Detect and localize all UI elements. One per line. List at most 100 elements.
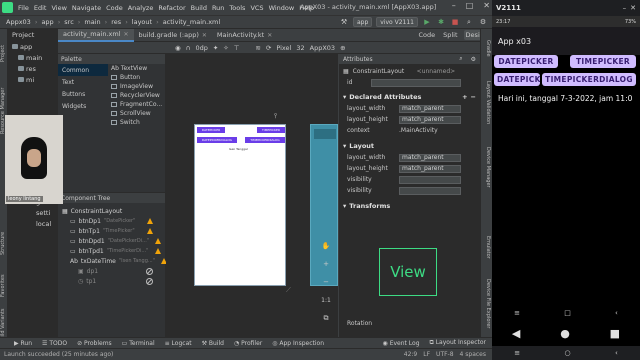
- margin-selector[interactable]: 0dp: [195, 44, 207, 52]
- file-encoding[interactable]: UTF-8: [436, 351, 454, 358]
- breadcrumb-res[interactable]: res: [111, 18, 121, 26]
- tool-tab-layout-validation[interactable]: Layout Validation: [483, 73, 491, 133]
- chevron-left-icon[interactable]: ‹: [615, 349, 618, 357]
- menu-navigate[interactable]: Navigate: [72, 4, 101, 12]
- tree-item-setti[interactable]: setti: [8, 207, 58, 218]
- tree-node-txdatetime[interactable]: Ab txDateTime "Isen Tangg...": [58, 256, 167, 266]
- menu-view[interactable]: View: [51, 4, 66, 12]
- id-input[interactable]: [371, 78, 461, 87]
- transforms-section[interactable]: ▾ Transforms: [339, 200, 480, 212]
- attr-value-input[interactable]: [399, 186, 461, 195]
- eye-icon[interactable]: ◉: [175, 44, 181, 52]
- resize-handle-icon[interactable]: ⟋: [286, 286, 291, 295]
- menu-vcs[interactable]: VCS: [250, 4, 263, 12]
- maximize-icon[interactable]: □: [466, 1, 474, 10]
- breadcrumb-main[interactable]: main: [84, 18, 100, 26]
- layers-icon[interactable]: ≋: [255, 44, 260, 52]
- add-icon[interactable]: +: [462, 93, 467, 101]
- minimize-icon[interactable]: –: [623, 4, 627, 12]
- emulator-screen[interactable]: 23:17 73% App x03 DATEPICKER TIMEPICKER …: [492, 16, 640, 320]
- tool-tab-structure[interactable]: Structure: [0, 225, 8, 261]
- close-icon[interactable]: ✕: [483, 1, 490, 10]
- close-tab-icon[interactable]: ✕: [267, 32, 272, 39]
- palette-item-textview[interactable]: Ab TextView: [108, 64, 166, 73]
- device-selector[interactable]: vivo V2111: [376, 17, 418, 27]
- theme-selector[interactable]: AppX03: [310, 44, 335, 52]
- zoom-fit-icon[interactable]: ⧉: [319, 312, 333, 324]
- palette-item-button[interactable]: Button: [108, 73, 166, 82]
- attr-value-input[interactable]: match_parent: [399, 164, 461, 173]
- device-selector-design[interactable]: Pixel: [276, 44, 291, 52]
- clear-constraints-icon[interactable]: ✦: [213, 44, 218, 52]
- palette-item-recyclerview[interactable]: RecyclerView: [108, 91, 166, 100]
- attr-value-input[interactable]: match_parent: [399, 104, 461, 113]
- palette-item-scrollview[interactable]: ScrollView: [108, 109, 166, 118]
- infer-constraints-icon[interactable]: ✧: [223, 44, 228, 52]
- breadcrumb-src[interactable]: src: [64, 18, 74, 26]
- preview-button-timepicker[interactable]: TIMEPICKER: [257, 127, 285, 133]
- tool-problems[interactable]: ⊘ Problems: [77, 340, 112, 347]
- palette-item-imageview[interactable]: ImageView: [108, 82, 166, 91]
- declared-attributes-section[interactable]: ▾ Declared Attributes + −: [339, 91, 480, 103]
- design-canvas[interactable]: ⫯ DATEPICKER TIMEPICKER DATEPICKERDIALOG…: [166, 54, 338, 337]
- tool-layout-inspector[interactable]: ⧉ Layout Inspector: [430, 339, 487, 347]
- circle-icon[interactable]: ○: [564, 349, 570, 357]
- search-icon[interactable]: ⌕: [464, 17, 474, 27]
- tree-node-btntpd1[interactable]: ▭ btnTpd1 "TimePickerDi...": [58, 246, 165, 256]
- breadcrumb-module[interactable]: app: [41, 18, 53, 26]
- tree-node-btntp1[interactable]: ▭ btnTp1 "TimePicker": [58, 226, 165, 236]
- tree-node-tp1[interactable]: ◷ tp1: [58, 276, 165, 286]
- palette-item-switch[interactable]: Switch: [108, 118, 166, 127]
- menu-analyze[interactable]: Analyze: [128, 4, 154, 12]
- menu-edit[interactable]: Edit: [34, 4, 47, 12]
- hammer-icon[interactable]: ⚒: [339, 17, 349, 27]
- palette-category-widgets[interactable]: Widgets: [58, 100, 108, 112]
- menu-file[interactable]: File: [18, 4, 29, 12]
- layout-section[interactable]: ▾ Layout: [339, 140, 480, 152]
- breadcrumb-file[interactable]: activity_main.xml: [163, 18, 221, 26]
- stop-icon[interactable]: ■: [450, 17, 460, 27]
- hidden-icon[interactable]: [146, 267, 153, 275]
- palette-item-fragmentcontainer[interactable]: FragmentCo...: [108, 100, 166, 109]
- tree-item-local[interactable]: local: [8, 218, 58, 229]
- tab-build-gradle[interactable]: build.gradle (:app) ✕: [134, 29, 212, 42]
- tool-build[interactable]: ⚒ Build: [202, 340, 224, 347]
- menu-icon[interactable]: ≡: [514, 349, 520, 357]
- guidelines-icon[interactable]: ⊤: [234, 44, 240, 52]
- palette-category-text[interactable]: Text: [58, 76, 108, 88]
- tool-run[interactable]: ▶ Run: [14, 340, 32, 347]
- tool-tab-gradle[interactable]: Gradle: [483, 33, 491, 63]
- tool-tab-project[interactable]: Project: [0, 33, 8, 73]
- split-view-button[interactable]: Split: [441, 30, 459, 40]
- cursor-position[interactable]: 42:9: [404, 351, 417, 358]
- menu-refactor[interactable]: Refactor: [158, 4, 185, 12]
- breadcrumb-project[interactable]: Appx03: [6, 18, 31, 26]
- warning-icon[interactable]: [147, 218, 153, 224]
- warning-icon[interactable]: [155, 238, 162, 244]
- tree-item-res[interactable]: res: [8, 63, 58, 74]
- tree-item-app[interactable]: app: [8, 41, 58, 52]
- recents-icon[interactable]: ≡: [514, 309, 520, 317]
- preview-text[interactable]: Isen Tanggal: [229, 147, 248, 151]
- tool-logcat[interactable]: ≡ Logcat: [165, 340, 192, 347]
- run-icon[interactable]: ▶: [422, 17, 432, 27]
- home-icon[interactable]: □: [564, 309, 571, 317]
- tool-event-log[interactable]: ◉ Event Log: [383, 340, 420, 347]
- attr-value-input[interactable]: match_parent: [399, 115, 461, 124]
- tool-tab-device-manager[interactable]: Device Manager: [483, 139, 491, 195]
- tab-main-activity[interactable]: MainActivity.kt ✕: [212, 29, 277, 42]
- breadcrumb-layout[interactable]: layout: [132, 18, 152, 26]
- attr-value-input[interactable]: match_parent: [399, 153, 461, 162]
- close-icon[interactable]: ✕: [630, 4, 636, 12]
- menu-code[interactable]: Code: [106, 4, 123, 12]
- home-icon[interactable]: ●: [560, 327, 570, 340]
- tree-node-btndp1[interactable]: ▭ btnDp1 "DatePicker": [58, 216, 165, 226]
- tool-tab-favorites[interactable]: Favorites: [0, 269, 8, 303]
- orientation-icon[interactable]: ⟳: [266, 44, 271, 52]
- attr-value-input[interactable]: [399, 175, 461, 184]
- magnet-icon[interactable]: ∩: [186, 44, 191, 52]
- menu-run[interactable]: Run: [212, 4, 224, 12]
- menu-tools[interactable]: Tools: [229, 4, 245, 12]
- preview-button-timepickerdialog[interactable]: TIMEPICKERDIALOG: [245, 137, 285, 143]
- code-view-button[interactable]: Code: [416, 30, 437, 40]
